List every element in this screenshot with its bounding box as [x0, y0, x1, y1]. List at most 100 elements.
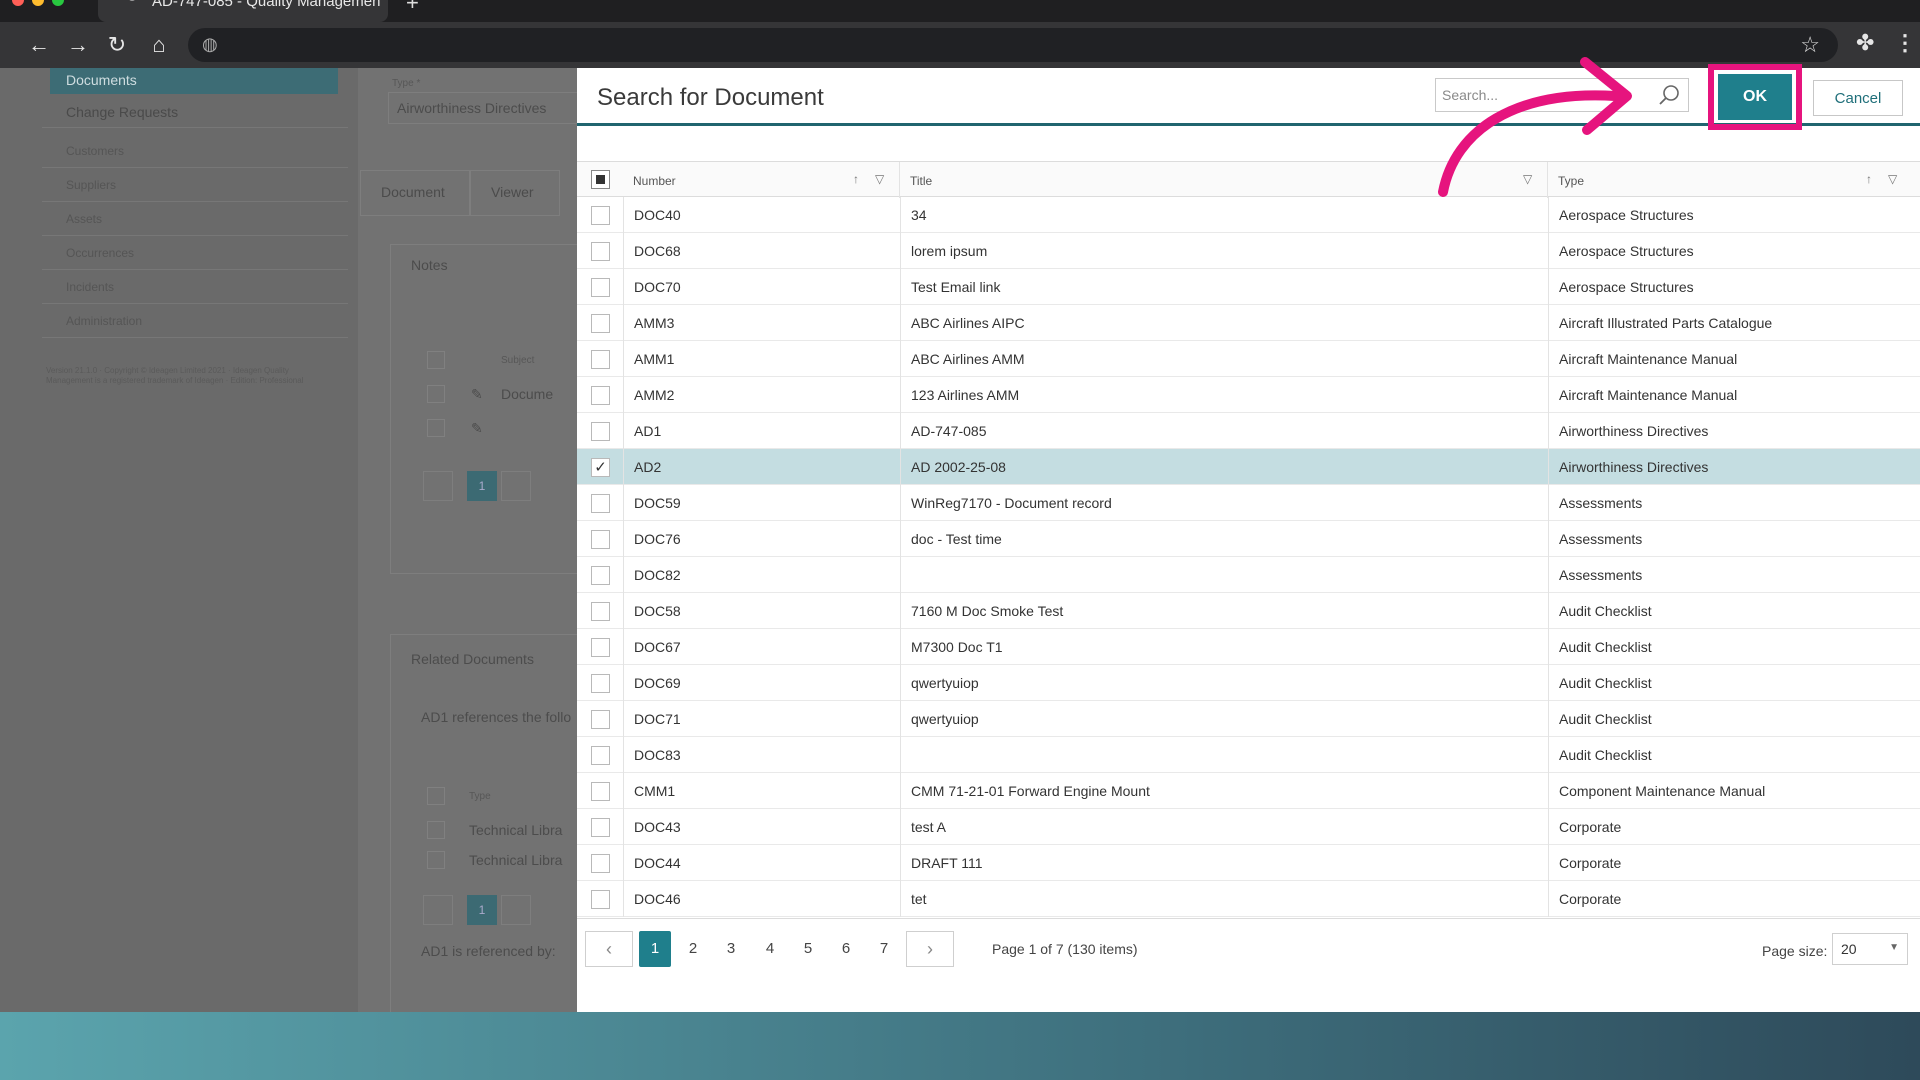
column-header-number[interactable]: Number ↑ ▽: [623, 162, 900, 198]
cell-type: Audit Checklist: [1548, 665, 1920, 701]
filter-icon[interactable]: ▽: [1523, 172, 1532, 186]
sidebar-item-administration[interactable]: Administration: [42, 304, 348, 338]
sidebar-item-change-requests[interactable]: Change Requests: [42, 94, 348, 128]
row-checkbox[interactable]: [591, 710, 610, 729]
row-checkbox[interactable]: ✓: [591, 458, 610, 477]
select-all-checkbox[interactable]: [591, 170, 610, 189]
home-icon[interactable]: ⌂: [144, 30, 174, 60]
table-row[interactable]: AMM3 ABC Airlines AIPC Aircraft Illustrate…: [577, 305, 1920, 341]
table-row[interactable]: DOC70 Test Email link Aerospace Structures: [577, 269, 1920, 305]
sidebar-item-documents[interactable]: Documents: [50, 68, 338, 94]
next-page-button[interactable]: ›: [906, 931, 954, 967]
notes-next-page: [501, 471, 531, 501]
address-bar[interactable]: ◍ ☆: [188, 28, 1838, 62]
table-row[interactable]: DOC59 WinReg7170 - Document record Assessm…: [577, 485, 1920, 521]
row-checkbox[interactable]: [591, 350, 610, 369]
table-row[interactable]: DOC43 test A Corporate: [577, 809, 1920, 845]
column-header-title[interactable]: Title ▽: [900, 162, 1548, 198]
column-header-type[interactable]: Type ↑ ▽: [1548, 162, 1920, 198]
search-box[interactable]: [1435, 78, 1689, 112]
table-row[interactable]: DOC83 Audit Checklist: [577, 737, 1920, 773]
row-checkbox[interactable]: [591, 674, 610, 693]
table-row[interactable]: AMM1 ABC Airlines AMM Aircraft Maintenance…: [577, 341, 1920, 377]
cell-number: CMM1: [623, 773, 900, 809]
more-menu-icon[interactable]: ⋮: [1894, 30, 1916, 56]
sidebar-item-customers[interactable]: Customers: [42, 134, 348, 168]
table-row[interactable]: DOC58 7160 M Doc Smoke Test Audit Checklis…: [577, 593, 1920, 629]
row-checkbox[interactable]: [591, 206, 610, 225]
page-6-button[interactable]: 6: [830, 931, 862, 967]
cell-type: Aerospace Structures: [1548, 269, 1920, 305]
sort-ascending-icon[interactable]: ↑: [1866, 172, 1872, 186]
maximize-window-button[interactable]: [52, 0, 64, 6]
extensions-icon[interactable]: ✤: [1856, 30, 1874, 56]
row-checkbox[interactable]: [591, 530, 610, 549]
row-checkbox[interactable]: [591, 422, 610, 441]
page-7-button[interactable]: 7: [868, 931, 900, 967]
row-checkbox[interactable]: [591, 602, 610, 621]
tab-viewer: Viewer: [470, 170, 560, 216]
table-row[interactable]: CMM1 CMM 71-21-01 Forward Engine Mount Com…: [577, 773, 1920, 809]
close-window-button[interactable]: [12, 0, 24, 6]
site-info-icon[interactable]: ◍: [202, 34, 218, 55]
browser-tab[interactable]: ◍ AD-747-085 - Quality Managemen: [98, 0, 388, 22]
ok-button[interactable]: OK: [1718, 74, 1792, 120]
page-1-button[interactable]: 1: [639, 931, 671, 967]
row-checkbox[interactable]: [591, 566, 610, 585]
reload-icon[interactable]: ↻: [102, 30, 132, 60]
tab-title: AD-747-085 - Quality Managemen: [152, 0, 381, 10]
page-4-button[interactable]: 4: [754, 931, 786, 967]
sidebar-item-suppliers[interactable]: Suppliers: [42, 168, 348, 202]
table-row[interactable]: DOC67 M7300 Doc T1 Audit Checklist: [577, 629, 1920, 665]
table-row[interactable]: DOC68 lorem ipsum Aerospace Structures: [577, 233, 1920, 269]
version-footer: Version 21.1.0 · Copyright © Ideagen Lim…: [46, 366, 304, 385]
notes-select-all-checkbox: [427, 351, 445, 369]
row-checkbox[interactable]: [591, 386, 610, 405]
minimize-window-button[interactable]: [32, 0, 44, 6]
table-row[interactable]: AD1 AD-747-085 Airworthiness Directives: [577, 413, 1920, 449]
row-checkbox[interactable]: [591, 818, 610, 837]
table-row[interactable]: DOC44 DRAFT 111 Corporate: [577, 845, 1920, 881]
table-row[interactable]: ✓ AD2 AD 2002-25-08 Airworthiness Directive…: [577, 449, 1920, 485]
page-3-button[interactable]: 3: [715, 931, 747, 967]
row-checkbox[interactable]: [591, 242, 610, 261]
new-tab-button[interactable]: +: [406, 0, 419, 16]
sidebar-item-occurrences[interactable]: Occurrences: [42, 236, 348, 270]
table-row[interactable]: DOC71 qwertyuiop Audit Checklist: [577, 701, 1920, 737]
page-5-button[interactable]: 5: [792, 931, 824, 967]
page-size-select[interactable]: 20 ▼: [1832, 933, 1908, 965]
forward-icon[interactable]: →: [63, 30, 93, 60]
sort-ascending-icon[interactable]: ↑: [853, 172, 859, 186]
row-checkbox[interactable]: [591, 746, 610, 765]
table-row[interactable]: DOC69 qwertyuiop Audit Checklist: [577, 665, 1920, 701]
row-checkbox[interactable]: [591, 278, 610, 297]
row-checkbox[interactable]: [591, 854, 610, 873]
cancel-button[interactable]: Cancel: [1813, 80, 1903, 116]
sidebar-item-incidents[interactable]: Incidents: [42, 270, 348, 304]
bookmark-star-icon[interactable]: ☆: [1800, 32, 1820, 58]
type-label: Type *: [392, 78, 421, 89]
cell-number: DOC59: [623, 485, 900, 521]
filter-icon[interactable]: ▽: [875, 172, 884, 186]
row-checkbox[interactable]: [591, 890, 610, 909]
row-checkbox[interactable]: [591, 782, 610, 801]
row-checkbox[interactable]: [591, 638, 610, 657]
chevron-down-icon: ▼: [1889, 942, 1899, 953]
previous-page-button[interactable]: ‹: [585, 931, 633, 967]
table-row[interactable]: DOC46 tet Corporate: [577, 881, 1920, 917]
filter-icon[interactable]: ▽: [1888, 172, 1897, 186]
search-icon[interactable]: [1658, 83, 1682, 107]
search-input[interactable]: [1442, 83, 1642, 107]
table-row[interactable]: AMM2 123 Airlines AMM Aircraft Maintenance…: [577, 377, 1920, 413]
table-row[interactable]: DOC82 Assessments: [577, 557, 1920, 593]
table-row[interactable]: DOC76 doc - Test time Assessments: [577, 521, 1920, 557]
cell-type: Corporate: [1548, 809, 1920, 845]
cell-number: AMM1: [623, 341, 900, 377]
row-checkbox[interactable]: [591, 314, 610, 333]
row-checkbox[interactable]: [591, 494, 610, 513]
table-row[interactable]: DOC40 34 Aerospace Structures: [577, 197, 1920, 233]
back-icon[interactable]: ←: [24, 30, 54, 60]
cell-title: 123 Airlines AMM: [900, 377, 1548, 413]
sidebar-item-assets[interactable]: Assets: [42, 202, 348, 236]
page-2-button[interactable]: 2: [677, 931, 709, 967]
